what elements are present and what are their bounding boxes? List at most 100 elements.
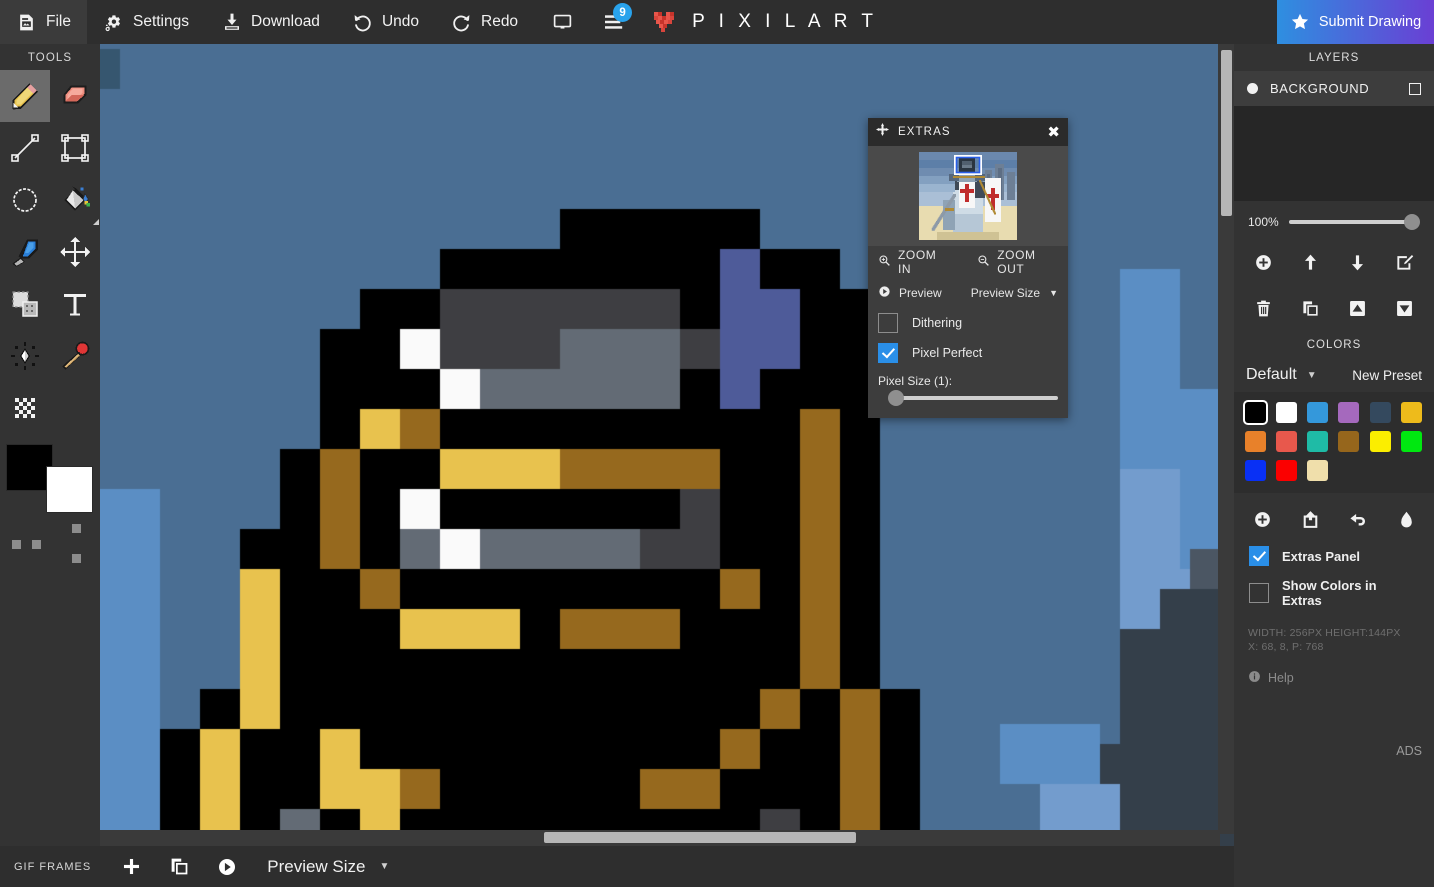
layer-visibility-dot[interactable] xyxy=(1247,83,1258,94)
color-swatch[interactable] xyxy=(1307,402,1329,423)
close-icon[interactable]: ✖ xyxy=(1047,125,1060,140)
color-swatch[interactable] xyxy=(1369,431,1391,452)
color-swatch[interactable] xyxy=(1307,460,1329,481)
help-button[interactable]: Help xyxy=(1234,654,1434,686)
recent-color-dot[interactable] xyxy=(12,540,21,549)
delete-layer-icon[interactable] xyxy=(1247,293,1281,323)
color-swatch[interactable] xyxy=(1369,402,1391,423)
gif-frames-label: GIF FRAMES xyxy=(14,860,92,873)
play-animation-button[interactable] xyxy=(203,846,251,887)
color-swatch[interactable] xyxy=(1400,431,1422,452)
extras-panel-checkbox[interactable] xyxy=(1249,546,1269,566)
duplicate-frame-button[interactable] xyxy=(155,846,203,887)
show-colors-in-extras-checkbox[interactable] xyxy=(1249,583,1269,603)
color-swatch[interactable] xyxy=(1400,402,1422,423)
color-drop-icon[interactable] xyxy=(1389,504,1423,534)
extras-preview-thumbnail[interactable] xyxy=(868,146,1068,246)
merge-down-icon[interactable] xyxy=(1388,293,1422,323)
recent-color-dot[interactable] xyxy=(72,554,81,563)
fill-tool[interactable] xyxy=(50,174,100,226)
dithering-checkbox[interactable] xyxy=(878,313,898,333)
rectangle-tool[interactable] xyxy=(50,122,100,174)
move-handle-icon[interactable] xyxy=(876,123,889,141)
pixel-perfect-checkbox[interactable] xyxy=(878,343,898,363)
circle-tool[interactable] xyxy=(0,174,50,226)
pixel-size-slider-knob[interactable] xyxy=(888,390,904,406)
palette-preset-name[interactable]: Default xyxy=(1246,366,1297,384)
merge-up-icon[interactable] xyxy=(1341,293,1375,323)
horizontal-scroll-thumb[interactable] xyxy=(544,832,856,843)
color-swatch[interactable] xyxy=(1307,431,1329,452)
duplicate-layer-icon[interactable] xyxy=(1294,293,1328,323)
canvas-vertical-scrollbar[interactable] xyxy=(1218,44,1234,834)
ads-label: ADS xyxy=(1396,744,1422,758)
color-swatch[interactable] xyxy=(1245,402,1266,423)
menu-undo-label: Undo xyxy=(381,13,419,30)
move-tool[interactable] xyxy=(50,226,100,278)
eyedropper-tool[interactable] xyxy=(0,226,50,278)
opacity-slider-knob[interactable] xyxy=(1404,214,1420,230)
add-layer-icon[interactable] xyxy=(1247,247,1281,277)
color-swatch[interactable] xyxy=(1245,460,1266,481)
menu-redo[interactable]: Redo xyxy=(435,0,534,44)
add-color-icon[interactable] xyxy=(1245,504,1279,534)
pixel-size-slider[interactable] xyxy=(878,390,1058,406)
canvas-dimensions-text: WIDTH: 256PX HEIGHT:144PX xyxy=(1248,627,1401,639)
menu-settings[interactable]: Settings xyxy=(87,0,205,44)
lighten-tool[interactable] xyxy=(0,330,50,382)
mirror-tool[interactable] xyxy=(50,330,100,382)
notifications-menu-button[interactable]: 9 xyxy=(591,0,640,44)
extras-panel-header[interactable]: EXTRAS ✖ xyxy=(868,118,1068,146)
undo-color-icon[interactable] xyxy=(1341,504,1375,534)
extras-panel[interactable]: EXTRAS ✖ ZOOM IN ZOOM OUT Preview Previe… xyxy=(868,118,1068,418)
export-palette-icon[interactable] xyxy=(1293,504,1327,534)
monitor-view-button[interactable] xyxy=(534,0,591,44)
layers-empty-space xyxy=(1234,106,1434,201)
pencil-tool[interactable] xyxy=(0,70,50,122)
zoom-in-label: ZOOM IN xyxy=(898,247,937,276)
chevron-down-icon[interactable]: ▼ xyxy=(1307,370,1317,381)
brand-logo[interactable]: P I X I L A R T xyxy=(640,9,877,35)
layer-select-box-icon[interactable] xyxy=(1409,82,1421,95)
download-icon xyxy=(221,12,242,33)
move-layer-down-icon[interactable] xyxy=(1341,247,1375,277)
layer-opacity-slider[interactable] xyxy=(1288,213,1420,231)
add-frame-button[interactable] xyxy=(107,846,155,887)
menu-file[interactable]: File xyxy=(0,0,87,44)
new-preset-button[interactable]: New Preset xyxy=(1352,368,1422,383)
tool-options-corner[interactable] xyxy=(93,219,99,225)
preview-size-dropdown[interactable]: Preview Size ▼ xyxy=(971,286,1058,300)
recent-color-dot[interactable] xyxy=(32,540,41,549)
color-swatch[interactable] xyxy=(1276,402,1298,423)
zoom-out-button[interactable]: ZOOM OUT xyxy=(977,248,1058,276)
selection-icon xyxy=(9,288,41,320)
line-tool[interactable] xyxy=(0,122,50,174)
eraser-tool[interactable] xyxy=(50,70,100,122)
submit-drawing-button[interactable]: Submit Drawing xyxy=(1277,0,1434,44)
menu-download[interactable]: Download xyxy=(205,0,336,44)
canvas-horizontal-scrollbar[interactable] xyxy=(100,830,1220,846)
move-layer-up-icon[interactable] xyxy=(1294,247,1328,277)
color-swatch[interactable] xyxy=(1245,431,1266,452)
recent-color-dot[interactable] xyxy=(72,524,81,533)
text-tool[interactable] xyxy=(50,278,100,330)
color-swatch[interactable] xyxy=(1276,460,1298,481)
menu-undo[interactable]: Undo xyxy=(336,0,435,44)
brightness-icon xyxy=(9,340,41,372)
frame-preview-size-dropdown[interactable]: Preview Size ▼ xyxy=(251,857,405,877)
dither-tool[interactable] xyxy=(0,382,50,434)
artwork-preview-canvas[interactable] xyxy=(919,152,1017,240)
color-swatch[interactable] xyxy=(1276,431,1298,452)
notification-badge: 9 xyxy=(613,3,633,22)
extras-panel-option-label: Extras Panel xyxy=(1282,548,1361,564)
color-swatch[interactable] xyxy=(1338,402,1360,423)
edit-layer-icon[interactable] xyxy=(1388,247,1422,277)
preview-button[interactable]: Preview xyxy=(878,285,942,301)
vertical-scroll-thumb[interactable] xyxy=(1221,50,1232,216)
color-swatch[interactable] xyxy=(1338,431,1360,452)
secondary-color-swatch[interactable] xyxy=(46,466,93,513)
layer-row-background[interactable]: BACKGROUND xyxy=(1234,71,1434,106)
select-tool[interactable] xyxy=(0,278,50,330)
layer-actions-row-2 xyxy=(1234,285,1434,331)
zoom-in-button[interactable]: ZOOM IN xyxy=(878,248,946,276)
